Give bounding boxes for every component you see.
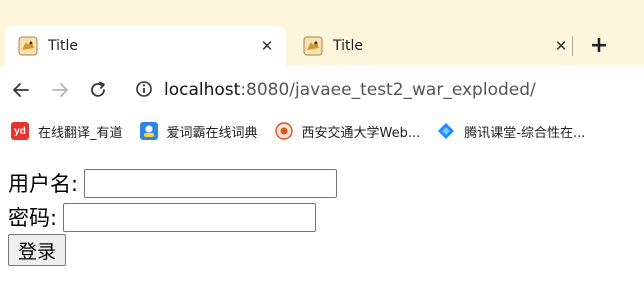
tab-title: Title — [48, 38, 79, 54]
youdao-badge: yd — [14, 125, 26, 137]
password-row: 密码: — [8, 202, 317, 232]
username-row: 用户名: — [8, 168, 338, 198]
new-tab-plus-icon[interactable]: + — [588, 33, 610, 58]
tencent-classroom-icon — [436, 121, 456, 141]
tab-close-icon[interactable]: ✕ — [552, 37, 570, 55]
bookmark-label: 腾讯课堂-综合性在... — [464, 125, 586, 141]
tab-title: Title — [333, 38, 364, 54]
youdao-icon: yd — [10, 121, 30, 141]
back-arrow-icon[interactable] — [9, 78, 33, 102]
tab-strip: Title ✕ Title ✕ + — [0, 0, 644, 66]
bookmark-label: 爱词霸在线词典 — [166, 125, 258, 141]
tab-separator — [572, 36, 573, 56]
info-icon[interactable] — [135, 80, 155, 100]
password-label: 密码: — [8, 206, 58, 230]
address-bar[interactable]: localhost:8080/javaee_test2_war_exploded… — [130, 76, 640, 104]
bookmark-tencent-classroom[interactable]: 腾讯课堂-综合性在... — [436, 121, 585, 141]
xjtu-icon — [274, 121, 294, 141]
bookmark-label: 在线翻译_有道 — [38, 125, 123, 141]
iciba-icon — [139, 121, 159, 141]
forward-arrow-icon[interactable] — [48, 78, 72, 102]
url-host: localhost — [164, 80, 241, 100]
username-input[interactable] — [84, 168, 338, 198]
bookmark-xjtu[interactable]: 西安交通大学Web... — [274, 121, 421, 141]
tab-active[interactable]: Title ✕ — [5, 26, 286, 66]
password-input[interactable] — [63, 202, 317, 232]
url-text: localhost:8080/javaee_test2_war_exploded… — [164, 80, 536, 100]
bookmarks-bar: yd 在线翻译_有道 爱词霸在线词典 西安交通大学Web... 腾讯课堂-综合性… — [0, 114, 644, 148]
url-path: :8080/javaee_test2_war_exploded/ — [240, 80, 536, 100]
tomcat-favicon-icon — [303, 36, 323, 56]
username-label: 用户名: — [8, 172, 79, 196]
browser-window: Title ✕ Title ✕ + localhost:8080/javaee_… — [0, 0, 644, 293]
tab-inactive[interactable]: Title ✕ — [290, 26, 580, 66]
login-button[interactable]: 登录 — [8, 234, 67, 266]
tomcat-favicon-icon — [18, 36, 38, 56]
tab-close-icon[interactable]: ✕ — [258, 37, 276, 55]
bookmark-iciba[interactable]: 爱词霸在线词典 — [139, 121, 258, 141]
reload-icon[interactable] — [86, 78, 110, 102]
bookmark-label: 西安交通大学Web... — [301, 125, 421, 141]
address-toolbar: localhost:8080/javaee_test2_war_exploded… — [0, 66, 644, 114]
bookmark-youdao[interactable]: yd 在线翻译_有道 — [10, 121, 123, 141]
page-content: 用户名: 密码: 登录 — [0, 158, 644, 293]
